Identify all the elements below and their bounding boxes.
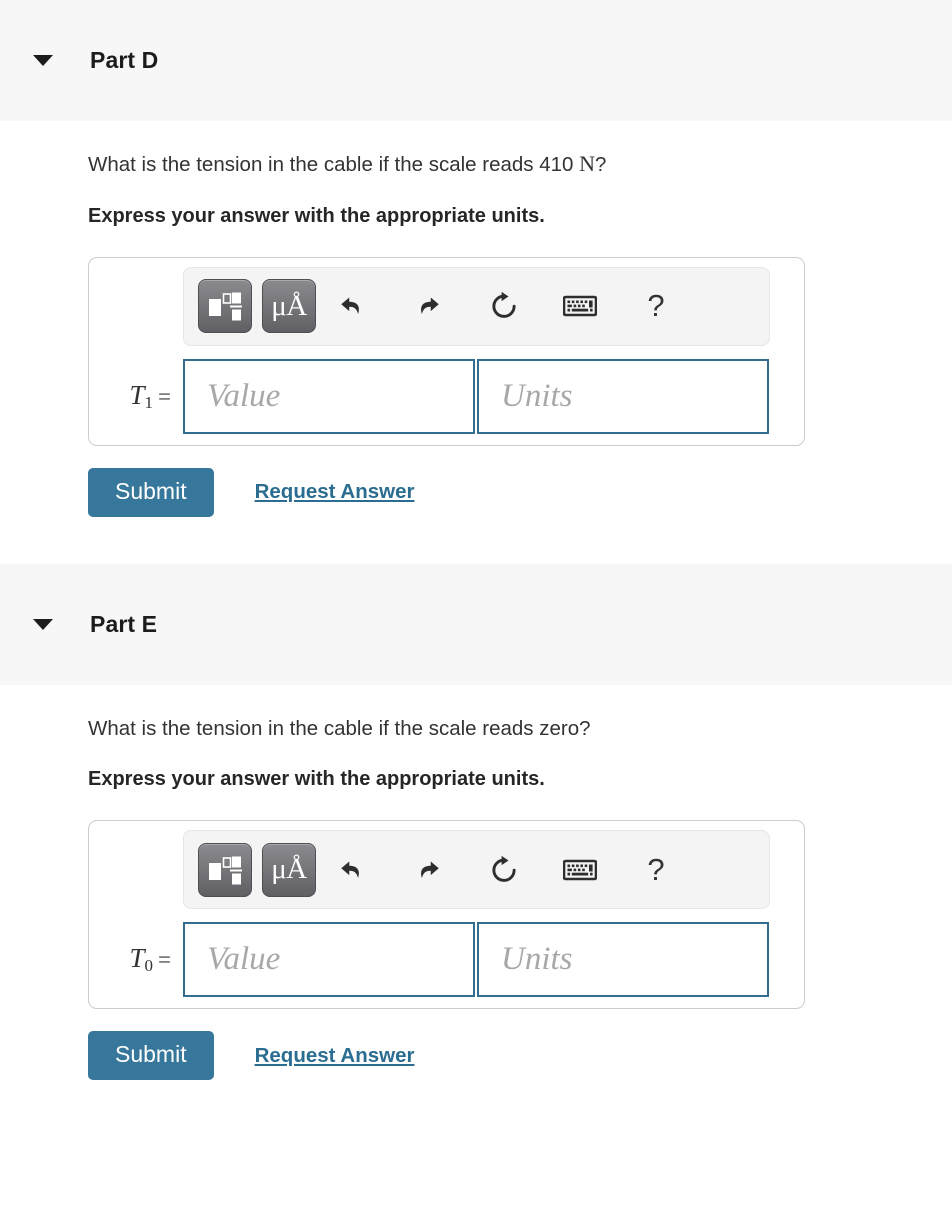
math-template-glyph — [209, 292, 242, 321]
variable-subscript: 0 — [144, 956, 154, 976]
math-toolbar: μÅ ? — [183, 830, 770, 910]
question-text: What is the tension in the cable if the … — [88, 121, 952, 178]
part-title: Part D — [90, 47, 159, 73]
keyboard-icon[interactable] — [554, 843, 606, 897]
chevron-down-icon[interactable] — [33, 618, 53, 630]
units-palette-icon[interactable]: μÅ — [262, 279, 316, 334]
redo-icon[interactable] — [402, 843, 454, 897]
question-prefix: What is the tension in the cable if the … — [88, 716, 591, 740]
reset-icon[interactable] — [478, 279, 530, 333]
redo-glyph — [421, 861, 439, 878]
instruction-text: Express your answer with the appropriate… — [88, 768, 545, 791]
section-divider — [0, 517, 952, 564]
reset-glyph — [492, 291, 516, 318]
chevron-down-icon[interactable] — [33, 55, 53, 66]
action-row: Submit Request Answer — [88, 1031, 952, 1081]
answer-entry-row: T0 = Value Units — [89, 922, 804, 998]
equals-sign: = — [158, 383, 171, 409]
answer-entry-row: T1 = Value Units — [89, 358, 804, 434]
redo-icon[interactable] — [402, 279, 454, 333]
undo-glyph — [341, 297, 359, 315]
variable-label: T1 = — [109, 380, 183, 413]
part-title: Part E — [90, 610, 158, 637]
math-template-icon[interactable] — [198, 279, 252, 334]
variable-subscript: 1 — [144, 392, 154, 412]
submit-button[interactable]: Submit — [88, 1031, 214, 1081]
math-toolbar: μÅ ? — [183, 266, 770, 346]
question-prefix: What is the tension in the cable if the … — [88, 153, 580, 176]
instruction-text: Express your answer with the appropriate… — [88, 204, 545, 227]
undo-icon[interactable] — [326, 279, 378, 333]
variable-symbol: T — [129, 943, 145, 974]
question-suffix: ? — [595, 153, 607, 176]
keyboard-glyph — [563, 859, 597, 881]
undo-icon[interactable] — [326, 843, 378, 897]
answer-box: μÅ — [88, 820, 805, 1010]
question-unit: N — [579, 151, 596, 176]
units-input[interactable]: Units — [477, 358, 769, 434]
units-input[interactable]: Units — [477, 922, 769, 998]
undo-glyph — [341, 861, 359, 878]
question-text: What is the tension in the cable if the … — [88, 685, 952, 742]
help-icon[interactable]: ? — [630, 279, 682, 333]
answer-box: μÅ — [88, 256, 805, 446]
keyboard-icon[interactable] — [554, 279, 606, 333]
value-input[interactable]: Value — [183, 358, 475, 434]
keyboard-glyph — [563, 295, 597, 317]
part-header-d[interactable]: Part D — [0, 0, 952, 121]
variable-label: T0 = — [109, 943, 183, 976]
part-body-e: What is the tension in the cable if the … — [0, 685, 952, 1081]
units-palette-icon[interactable]: μÅ — [262, 842, 316, 897]
reset-icon[interactable] — [478, 843, 530, 897]
equals-sign: = — [158, 947, 171, 973]
action-row: Submit Request Answer — [88, 467, 952, 517]
part-body-d: What is the tension in the cable if the … — [0, 121, 952, 517]
request-answer-link[interactable]: Request Answer — [255, 480, 415, 504]
part-header-e[interactable]: Part E — [0, 563, 952, 685]
math-template-glyph — [209, 856, 242, 885]
part-section-d: Part D What is the tension in the cable … — [0, 0, 952, 517]
part-section-e: Part E What is the tension in the cable … — [0, 563, 952, 1081]
redo-glyph — [421, 297, 439, 315]
request-answer-link[interactable]: Request Answer — [255, 1044, 415, 1068]
value-input[interactable]: Value — [183, 922, 475, 998]
math-template-icon[interactable] — [198, 842, 252, 897]
variable-symbol: T — [129, 379, 145, 410]
submit-button[interactable]: Submit — [88, 467, 214, 517]
help-icon[interactable]: ? — [630, 843, 682, 897]
reset-glyph — [492, 855, 516, 882]
